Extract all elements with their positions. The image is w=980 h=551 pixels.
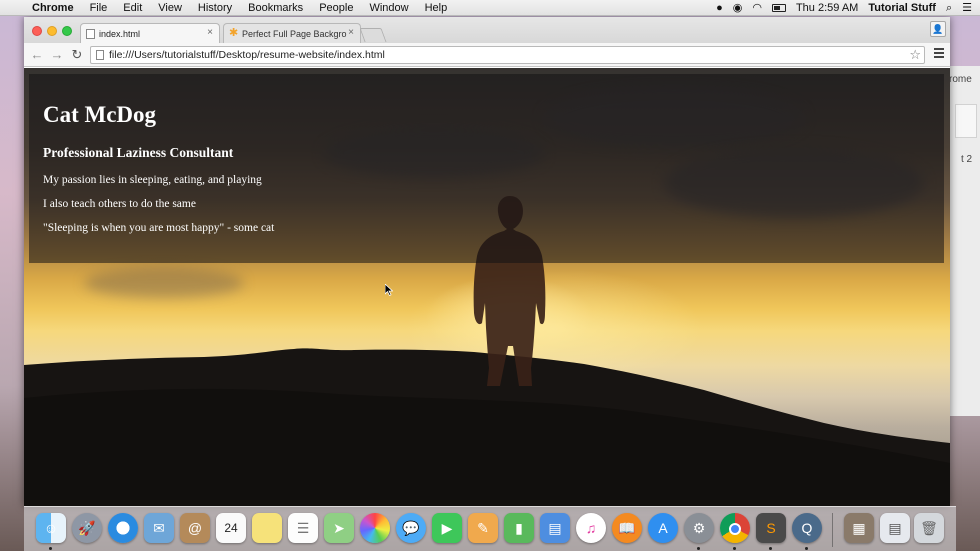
app-store-icon[interactable]: A xyxy=(648,513,678,543)
downloads-stack-icon[interactable]: ▦ xyxy=(844,513,874,543)
notes-icon[interactable] xyxy=(252,513,282,543)
background-window-edge[interactable]: rome t 2 xyxy=(948,66,980,416)
bookmark-star-icon[interactable]: ☆ xyxy=(909,47,921,63)
pages-icon[interactable]: ✎ xyxy=(468,513,498,543)
tab-title: index.html xyxy=(99,28,141,39)
browser-toolbar: ← → ↻ file:///Users/tutorialstuff/Deskto… xyxy=(24,43,950,67)
address-bar[interactable]: file:///Users/tutorialstuff/Desktop/resu… xyxy=(90,46,925,64)
bio-line: I also teach others to do the same xyxy=(43,198,196,210)
record-status-icon[interactable]: ◉ xyxy=(733,1,743,15)
profile-icon[interactable]: 👤 xyxy=(930,21,946,37)
menu-file[interactable]: File xyxy=(90,2,108,14)
window-minimize-button[interactable] xyxy=(47,26,57,36)
running-indicator xyxy=(805,547,808,550)
menu-app-name[interactable]: Chrome xyxy=(32,2,74,14)
finder-icon[interactable]: ☺ xyxy=(36,513,66,543)
calendar-icon[interactable]: 24 xyxy=(216,513,246,543)
window-close-button[interactable] xyxy=(32,26,42,36)
running-indicator xyxy=(49,547,52,550)
page-viewport[interactable]: Cat McDog Professional Laziness Consulta… xyxy=(24,68,950,506)
background-window-text-2: t 2 xyxy=(961,154,973,165)
tab-close-icon[interactable]: × xyxy=(348,27,354,38)
back-arrow-icon[interactable]: ← xyxy=(29,47,45,63)
tab-perfect-full-page-background[interactable]: ✱ Perfect Full Page Backgro × xyxy=(223,23,361,43)
page-subtitle: Professional Laziness Consultant xyxy=(43,145,234,160)
contacts-icon[interactable]: @ xyxy=(180,513,210,543)
maps-icon[interactable]: ➤ xyxy=(324,513,354,543)
trash-icon[interactable]: 🗑 xyxy=(914,513,944,543)
tab-title: Perfect Full Page Backgro xyxy=(242,28,347,39)
keynote-icon[interactable]: ▤ xyxy=(540,513,570,543)
tab-strip: index.html × ✱ Perfect Full Page Backgro… xyxy=(24,17,950,43)
chrome-window: index.html × ✱ Perfect Full Page Backgro… xyxy=(24,17,950,506)
page-icon xyxy=(96,50,104,60)
forward-arrow-icon[interactable]: → xyxy=(49,47,65,63)
menu-bar: Chrome File Edit View History Bookmarks … xyxy=(0,0,980,16)
menu-people[interactable]: People xyxy=(319,2,353,14)
dock: ☺ 🚀 ✦ ✉ @ 24 ☰ ➤ 💬 ▶ ✎ ▮ ▤ ♫ 📖 A ⚙ S Q ▦… xyxy=(24,506,956,551)
safari-icon[interactable]: ✦ xyxy=(108,513,138,543)
quote-line: "Sleeping is when you are most happy" - … xyxy=(43,222,275,234)
document-icon xyxy=(86,29,95,39)
window-maximize-button[interactable] xyxy=(62,26,72,36)
documents-stack-icon[interactable]: ▤ xyxy=(880,513,910,543)
menu-history[interactable]: History xyxy=(198,2,232,14)
menu-edit[interactable]: Edit xyxy=(123,2,142,14)
menu-help[interactable]: Help xyxy=(425,2,448,14)
system-preferences-icon[interactable]: ⚙ xyxy=(684,513,714,543)
battery-icon[interactable] xyxy=(771,3,786,12)
notification-center-icon[interactable]: ☰ xyxy=(962,1,972,15)
messages-icon[interactable]: 💬 xyxy=(396,513,426,543)
spotlight-search-icon[interactable]: ⌕ xyxy=(946,1,952,15)
menubar-clock[interactable]: Thu 2:59 AM xyxy=(796,2,858,14)
reload-icon[interactable]: ↻ xyxy=(69,47,85,63)
ibooks-icon[interactable]: 📖 xyxy=(612,513,642,543)
address-text[interactable]: file:///Users/tutorialstuff/Desktop/resu… xyxy=(109,49,385,61)
photos-icon[interactable] xyxy=(360,513,390,543)
facetime-icon[interactable]: ▶ xyxy=(432,513,462,543)
mouse-cursor-icon xyxy=(385,284,393,296)
numbers-icon[interactable]: ▮ xyxy=(504,513,534,543)
cat-status-icon[interactable]: ● xyxy=(716,1,723,15)
running-indicator xyxy=(769,547,772,550)
wifi-icon[interactable]: ◠ xyxy=(752,1,762,15)
background-window-panel xyxy=(955,104,977,138)
menu-window[interactable]: Window xyxy=(369,2,408,14)
background-window-text: rome xyxy=(949,74,972,85)
hero-header: Cat McDog Professional Laziness Consulta… xyxy=(29,74,944,263)
reminders-icon[interactable]: ☰ xyxy=(288,513,318,543)
sublime-text-icon[interactable]: S xyxy=(756,513,786,543)
chrome-menu-icon[interactable] xyxy=(934,48,944,60)
bio-line: My passion lies in sleeping, eating, and… xyxy=(43,174,262,186)
running-indicator xyxy=(697,547,700,550)
tab-close-icon[interactable]: × xyxy=(207,27,213,38)
chrome-icon[interactable] xyxy=(720,513,750,543)
new-tab-button[interactable] xyxy=(359,28,387,42)
star-favicon-icon: ✱ xyxy=(229,27,239,39)
calendar-day: 24 xyxy=(224,521,238,535)
tab-index-html[interactable]: index.html × xyxy=(80,23,220,43)
mail-icon[interactable]: ✉ xyxy=(144,513,174,543)
menu-view[interactable]: View xyxy=(158,2,182,14)
running-indicator xyxy=(733,547,736,550)
dock-separator xyxy=(832,513,833,547)
quicktime-icon[interactable]: Q xyxy=(792,513,822,543)
page-title: Cat McDog xyxy=(43,102,157,127)
launchpad-icon[interactable]: 🚀 xyxy=(72,513,102,543)
menu-bookmarks[interactable]: Bookmarks xyxy=(248,2,303,14)
itunes-icon[interactable]: ♫ xyxy=(576,513,606,543)
menubar-user[interactable]: Tutorial Stuff xyxy=(868,2,936,14)
